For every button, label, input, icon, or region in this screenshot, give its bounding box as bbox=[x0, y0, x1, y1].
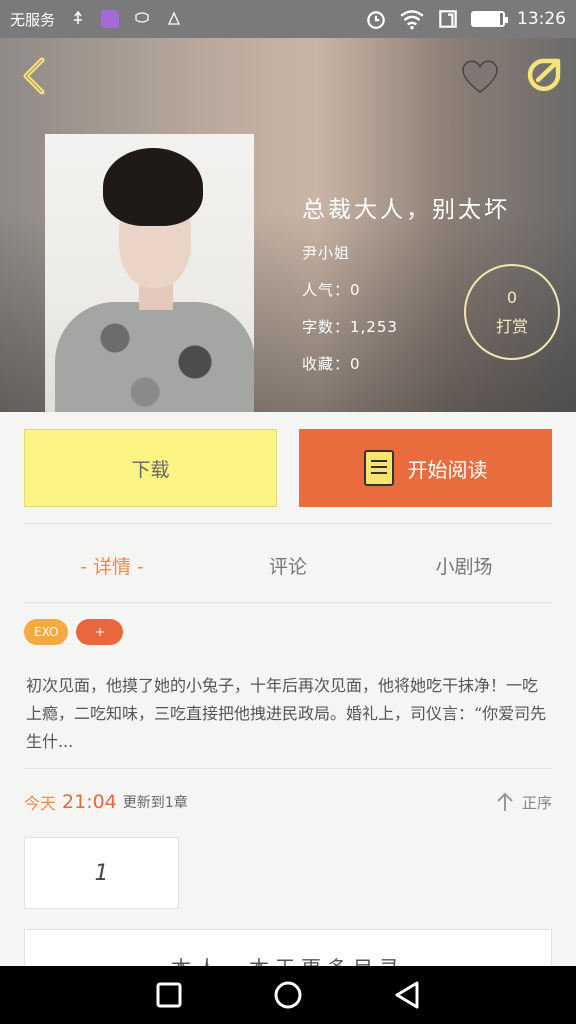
home-icon[interactable] bbox=[272, 979, 304, 1011]
cover-hair bbox=[103, 148, 203, 226]
chat-icon bbox=[135, 12, 149, 23]
back-nav-icon[interactable] bbox=[391, 979, 423, 1011]
update-row: 今天 21:04 更新到1章 正序 bbox=[24, 786, 552, 818]
book-cover-image bbox=[45, 134, 254, 412]
tab-bar: - 详情 - 评论 小剧场 bbox=[24, 540, 552, 590]
usb-icon bbox=[74, 10, 83, 24]
heart-icon[interactable] bbox=[458, 56, 502, 96]
alarm-icon bbox=[367, 11, 385, 29]
battery-icon bbox=[471, 11, 508, 27]
divider bbox=[24, 602, 552, 603]
tab-details[interactable]: - 详情 - bbox=[24, 540, 200, 590]
sim-icon bbox=[439, 10, 457, 28]
book-description[interactable]: 初次见面，他摸了她的小兔子，十年后再次见面，他将她吃干抹净！一吃上瘾，二吃知味，… bbox=[26, 672, 552, 756]
status-bar: 无服务 13:26 bbox=[0, 0, 576, 38]
cover-shirt bbox=[55, 302, 254, 412]
system-nav-bar bbox=[0, 966, 576, 1024]
chapter-number: 1 bbox=[94, 860, 109, 886]
book-title: 总裁大人，别太坏 bbox=[302, 197, 510, 223]
divider bbox=[24, 523, 552, 524]
tag-exo[interactable]: EXO bbox=[24, 619, 69, 645]
back-icon[interactable] bbox=[14, 54, 54, 98]
tip-count: 0 bbox=[506, 287, 518, 307]
chapter-item[interactable]: 1 bbox=[24, 837, 179, 909]
book-header: 总裁大人，别太坏 尹小姐 人气：0 字数：1,253 收藏：0 0 打赏 bbox=[0, 38, 576, 412]
tip-label: 打赏 bbox=[495, 316, 528, 336]
update-time: 21:04 bbox=[62, 791, 117, 813]
battery-level bbox=[473, 13, 500, 25]
share-icon[interactable] bbox=[524, 54, 566, 96]
carrier-label: 无服务 bbox=[10, 10, 56, 29]
book-icon bbox=[363, 450, 394, 486]
clock: 13:26 bbox=[517, 9, 566, 29]
wifi-icon bbox=[400, 10, 424, 30]
sort-order-button[interactable]: 正序 bbox=[494, 791, 552, 813]
start-reading-button[interactable]: 开始阅读 bbox=[299, 429, 552, 507]
tab-comments[interactable]: 评论 bbox=[200, 540, 376, 590]
sort-order-label: 正序 bbox=[521, 793, 552, 812]
notification-icon bbox=[168, 11, 181, 25]
tip-button[interactable]: 0 打赏 bbox=[464, 264, 560, 360]
book-favorites: 收藏：0 bbox=[302, 355, 361, 373]
arrow-up-icon bbox=[497, 792, 513, 811]
tag-add-button[interactable]: + bbox=[76, 619, 124, 645]
tag-list: EXO + bbox=[24, 619, 124, 645]
download-label: 下载 bbox=[131, 458, 170, 481]
start-reading-label: 开始阅读 bbox=[407, 457, 488, 482]
book-author[interactable]: 尹小姐 bbox=[302, 242, 510, 263]
tab-theater[interactable]: 小剧场 bbox=[376, 540, 552, 590]
update-today: 今天 bbox=[24, 794, 57, 813]
gallery-icon bbox=[101, 10, 120, 28]
download-button[interactable]: 下载 bbox=[24, 429, 277, 507]
recent-apps-icon[interactable] bbox=[153, 979, 185, 1011]
divider bbox=[24, 768, 552, 769]
update-status: 更新到1章 bbox=[122, 795, 188, 811]
